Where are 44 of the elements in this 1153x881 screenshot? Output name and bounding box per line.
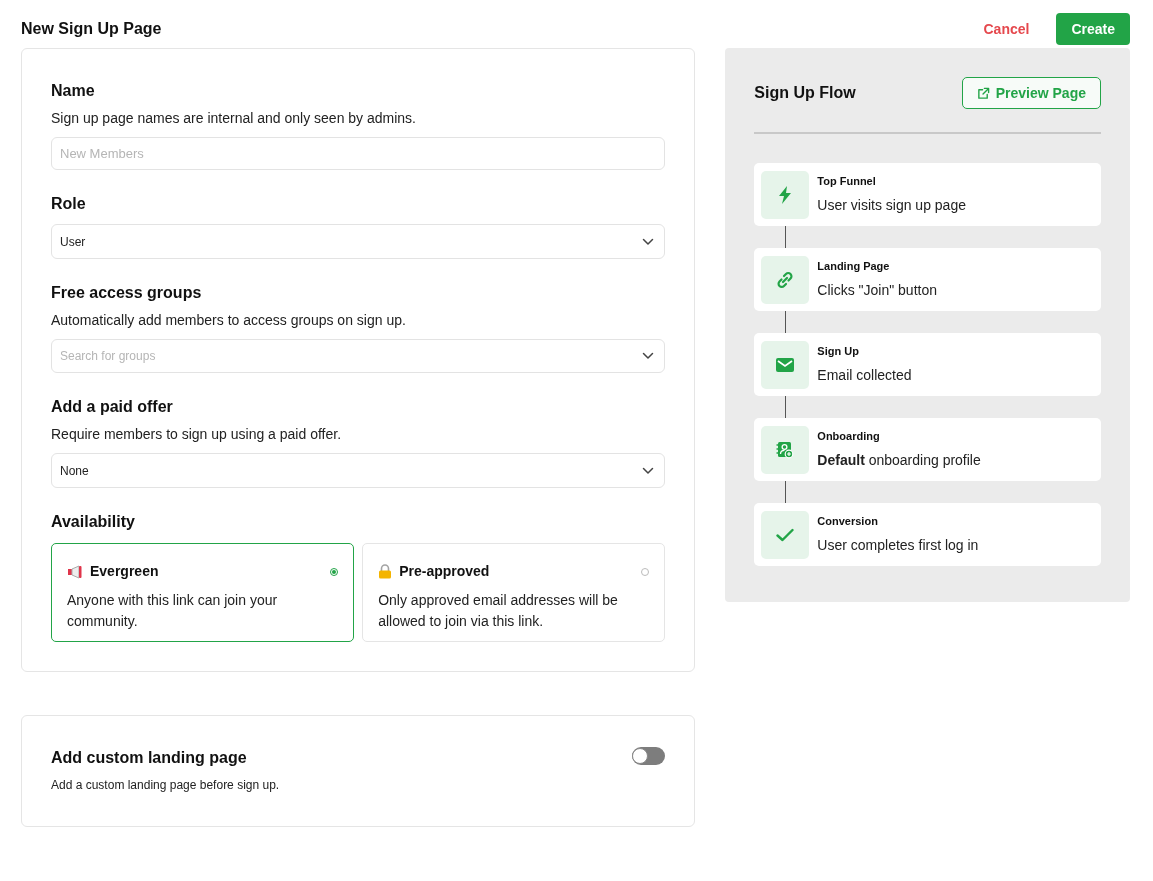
text-input[interactable]: New Members (51, 137, 666, 170)
option-description: Only approved email addresses will be allowed to join via this link. (378, 591, 619, 631)
field-label: Free access groups (51, 283, 203, 303)
profile-card-icon (776, 440, 795, 459)
megaphone-icon (67, 564, 83, 579)
option-title: Pre-approved (399, 562, 490, 581)
option-title: Evergreen (90, 562, 159, 581)
option-description: Anyone with this link can join your community. (67, 591, 279, 631)
field-description: Sign up page names are internal and only seen by admins. (51, 109, 417, 128)
cancel-button[interactable]: Cancel (968, 13, 1045, 45)
lightning-icon (778, 185, 793, 204)
field-description: Automatically add members to access groups on sign up. (51, 311, 407, 330)
step-description: Default onboarding profile (817, 451, 981, 471)
landing-title: Add custom landing page (51, 748, 248, 768)
external-link-icon (976, 86, 990, 100)
chevron-down-icon (642, 237, 655, 246)
step-description: Clicks "Join" button (817, 281, 937, 301)
dropdown[interactable]: User (51, 224, 666, 259)
field-label: Availability (51, 512, 136, 532)
field-description: Require members to sign up using a paid offer. (51, 425, 343, 444)
field-label: Name (51, 81, 96, 101)
dropdown[interactable]: None (51, 453, 666, 488)
envelope-icon (776, 357, 795, 372)
step-title: Landing Page (817, 258, 891, 274)
option-card[interactable]: Pre-approved Only approved email addresses will be allowed to join via this link. (362, 543, 666, 642)
link-icon (776, 270, 795, 289)
landing-description: Add a custom landing page before sign up. (51, 777, 280, 794)
page-title: New Sign Up Page (21, 19, 162, 39)
lock-icon (378, 564, 393, 579)
chevron-down-icon (642, 466, 655, 475)
chevron-down-icon (642, 352, 655, 360)
field-label: Role (51, 194, 87, 214)
option-card[interactable]: Evergreen Anyone with this link can join your community. (51, 543, 355, 642)
step-title: Onboarding (817, 428, 881, 444)
step-title: Top Funnel (817, 173, 877, 189)
field-label: Add a paid offer (51, 397, 174, 417)
step-description: User visits sign up page (817, 196, 966, 216)
step-title: Sign Up (817, 343, 860, 359)
step-description: Email collected (817, 366, 912, 386)
check-icon (776, 527, 795, 542)
step-description: User completes first log in (817, 536, 979, 556)
toggle-switch[interactable] (632, 747, 666, 765)
step-title: Conversion (817, 513, 879, 529)
panel-title: Sign Up Flow (754, 83, 856, 103)
